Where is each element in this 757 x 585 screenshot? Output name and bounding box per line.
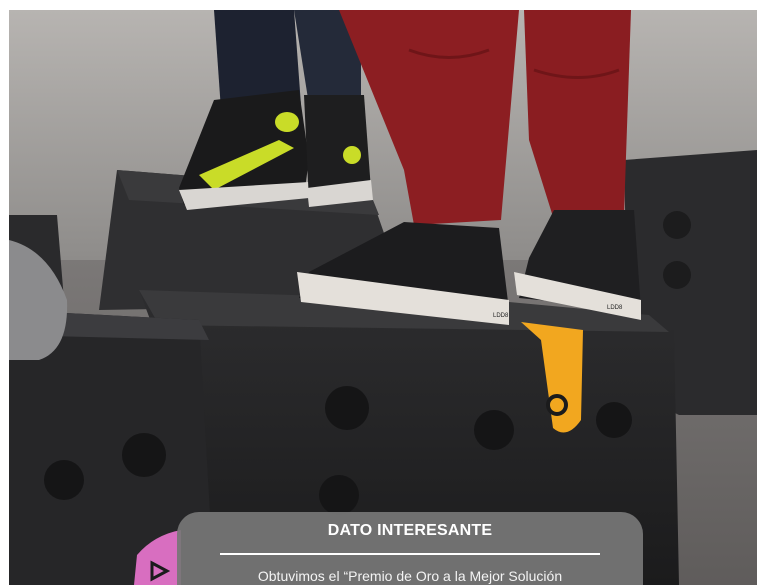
shoe-brand-label-front: LDD8 bbox=[493, 313, 509, 319]
shoe-brand-label-back: LDD8 bbox=[607, 305, 623, 311]
fun-fact-card: DATO INTERESANTE Obtuvimos el “Premio de… bbox=[177, 512, 643, 585]
feature-photo: LDD8 LDD8 bbox=[9, 10, 757, 585]
fun-fact-divider bbox=[220, 553, 600, 555]
fun-fact-text: Obtuvimos el “Premio de Oro a la Mejor S… bbox=[257, 568, 563, 584]
feature-photo-frame: LDD8 LDD8 DATO INTERESANTE Obtuvimos el … bbox=[9, 10, 757, 585]
fun-fact-title: DATO INTERESANTE bbox=[327, 522, 493, 539]
